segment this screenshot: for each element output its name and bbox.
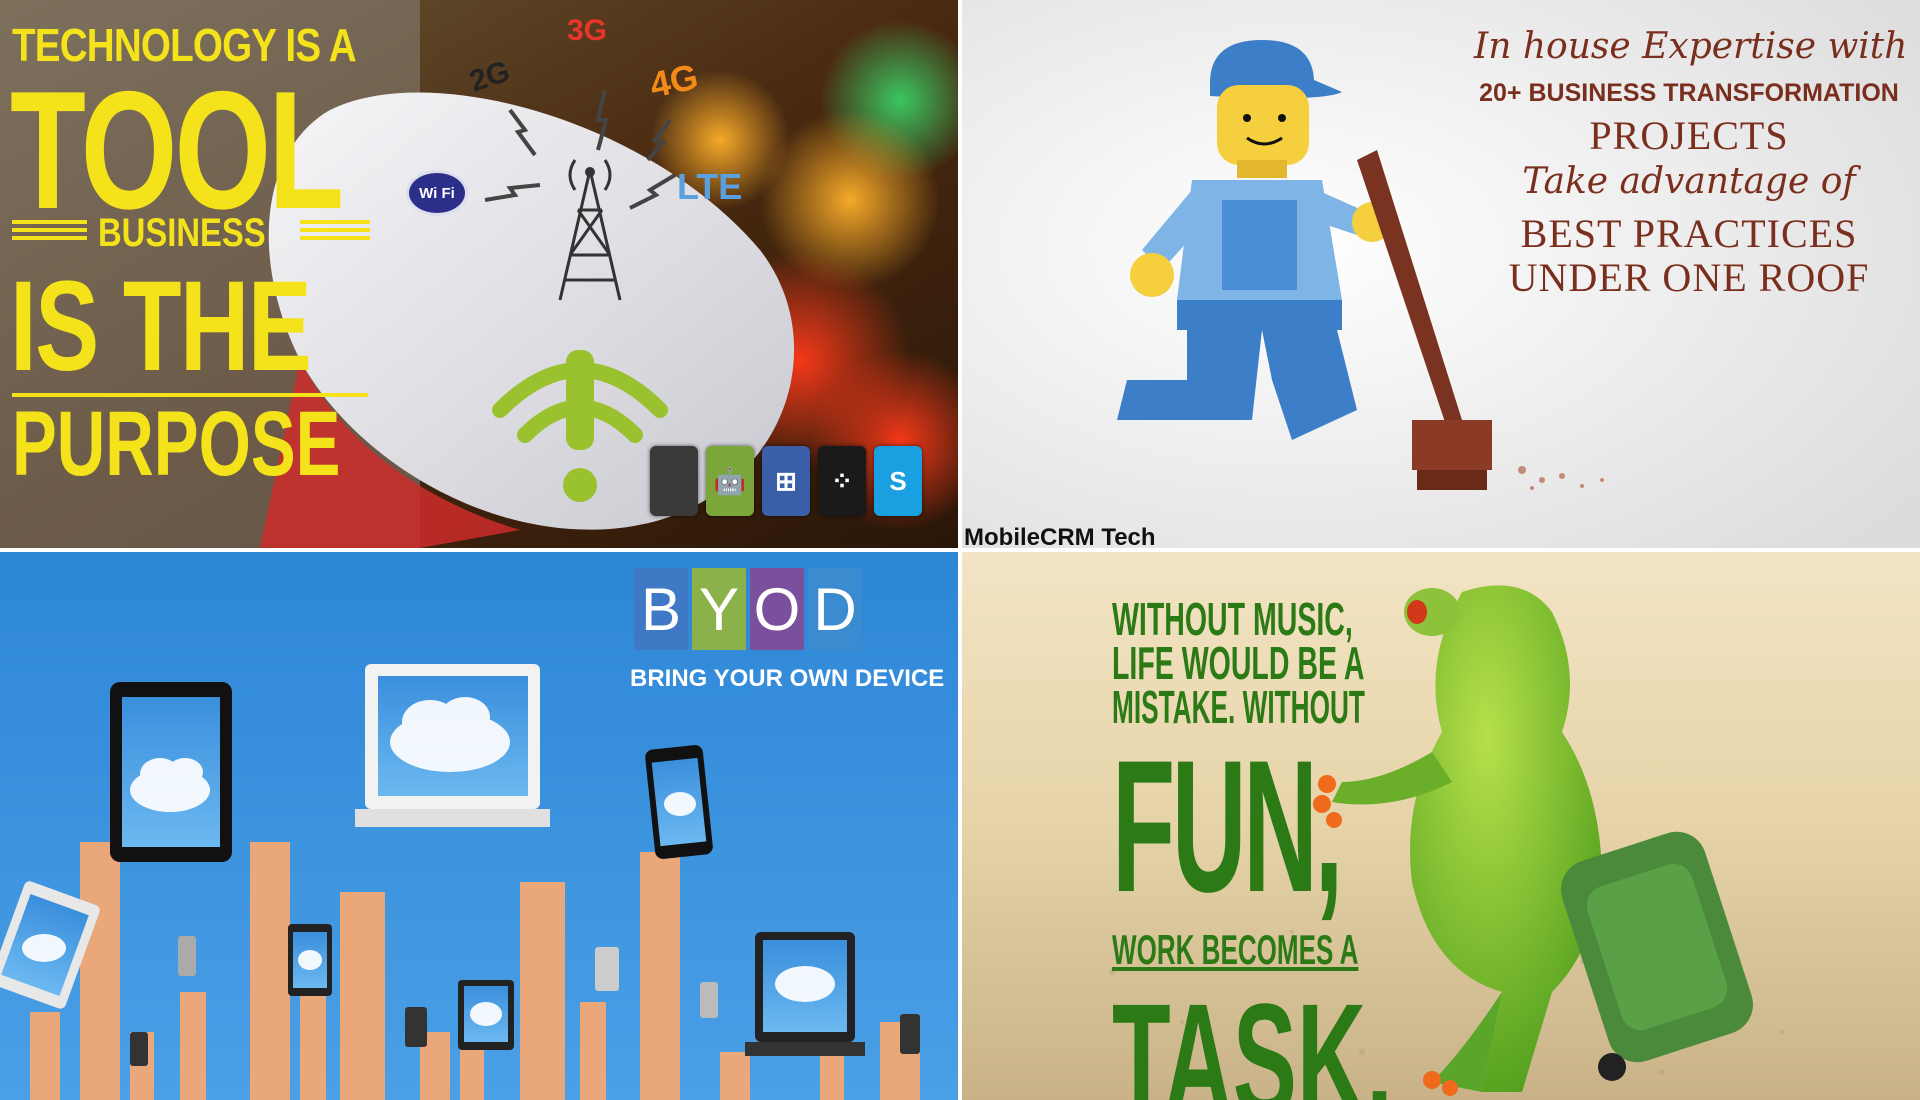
- frog-quote-panel: WITHOUT MUSIC, LIFE WOULD BE A MISTAKE. …: [962, 552, 1920, 1100]
- tagline-best-practices: BEST PRACTICES: [1520, 211, 1858, 256]
- byod-letter-d: D: [808, 568, 862, 650]
- 3g-label: 3G: [567, 14, 608, 47]
- lego-expertise-panel: In house Expertise with 20+ BUSINESS TRA…: [962, 0, 1920, 548]
- wifi-logo-icon: Wi Fi: [406, 170, 468, 216]
- skype-icon: S: [874, 446, 922, 516]
- wifi-logo-text: Wi Fi: [419, 184, 455, 202]
- apple-icon: [650, 446, 698, 516]
- windows-icon: ⊞: [762, 446, 810, 516]
- tagline-projects: PROJECTS: [1589, 113, 1789, 158]
- byod-letter-y: Y: [692, 568, 746, 650]
- headline-business: BUSINESS: [98, 211, 266, 255]
- byod-subtitle: BRING YOUR OWN DEVICE: [630, 665, 945, 692]
- os-icon-row: 🤖 ⊞ ⁘ S: [650, 446, 922, 516]
- headline-purpose: PURPOSE: [12, 393, 341, 495]
- tagline-under-one-roof: UNDER ONE ROOF: [1508, 255, 1870, 300]
- headline-is-the: IS THE: [10, 255, 312, 398]
- byod-logo: B Y O D: [634, 568, 862, 650]
- tagline-projects-count: 20+ BUSINESS TRANSFORMATION: [1479, 79, 1899, 107]
- android-icon: 🤖: [706, 446, 754, 516]
- brand-label: MobileCRM Tech: [964, 524, 1156, 548]
- quote-line-5: WORK BECOMES A: [1112, 926, 1359, 973]
- tagline-take-advantage: Take advantage of: [1522, 161, 1856, 202]
- frog-suitcase-background: [962, 552, 1920, 1100]
- headline-tool: TOOL: [10, 56, 344, 244]
- technology-tool-panel: 2G 3G 4G LTE Wi Fi 🤖 ⊞ ⁘ S TECHNOLOGY IS A …: [0, 0, 958, 548]
- byod-panel: B Y O D BRING YOUR OWN DEVICE: [0, 552, 958, 1100]
- byod-letter-o: O: [750, 568, 804, 650]
- quote-line-fun: FUN,: [1112, 721, 1343, 931]
- quote-line-2: LIFE WOULD BE A: [1112, 637, 1365, 689]
- quote-line-task: TASK.: [1112, 970, 1393, 1100]
- tagline-in-house: In house Expertise with: [1474, 26, 1908, 67]
- blackberry-icon: ⁘: [818, 446, 866, 516]
- quote-line-1: WITHOUT MUSIC,: [1112, 593, 1353, 645]
- lte-label: LTE: [677, 166, 743, 207]
- byod-letter-b: B: [634, 568, 688, 650]
